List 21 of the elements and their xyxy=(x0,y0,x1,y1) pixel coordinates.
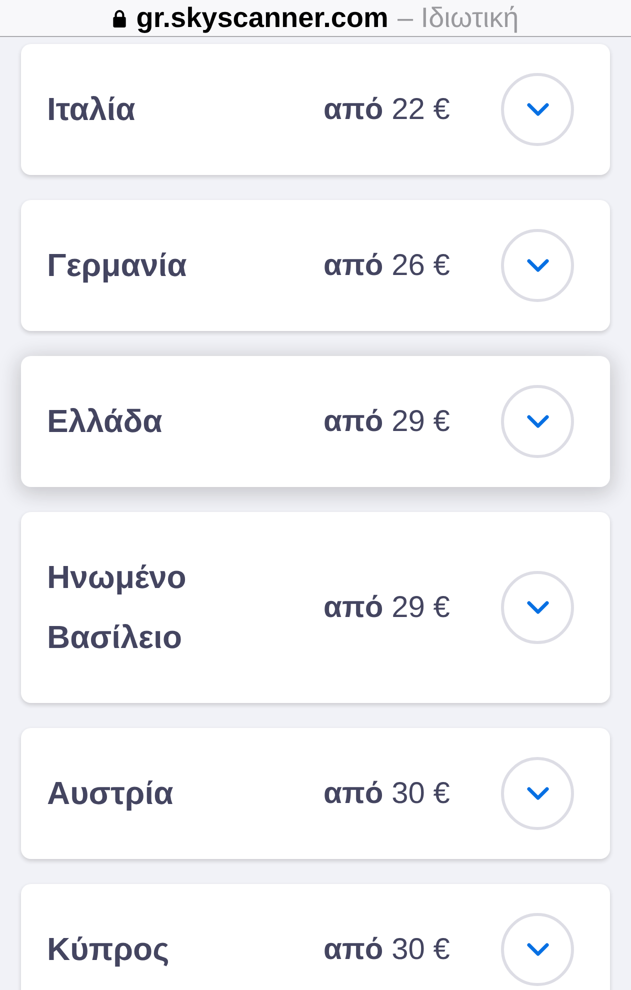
country-name: Ηνωμένο Βασίλειο xyxy=(47,558,188,657)
country-name: Κύπρος xyxy=(47,930,170,969)
country-name: Γερμανία xyxy=(47,246,188,285)
price-from: από 29 € xyxy=(322,590,450,626)
url-text: gr.skyscanner.com xyxy=(136,1,388,35)
price-from: από 29 € xyxy=(322,404,450,440)
destination-card[interactable]: Κύπρος από 30 € xyxy=(21,884,610,990)
price-from: από 30 € xyxy=(322,932,450,968)
country-name: Ελλάδα xyxy=(47,402,164,441)
address-bar[interactable]: gr.skyscanner.com – Ιδιωτική xyxy=(0,0,631,37)
price-from: από 22 € xyxy=(322,92,450,128)
country-name: Ιταλία xyxy=(47,90,136,129)
destination-card[interactable]: Ελλάδα από 29 € xyxy=(21,356,610,487)
destination-card[interactable]: Γερμανία από 26 € xyxy=(21,200,610,331)
private-mode-label: – Ιδιωτική xyxy=(397,1,519,35)
price-from: από 26 € xyxy=(322,248,450,284)
destination-card[interactable]: Ηνωμένο Βασίλειο από 29 € xyxy=(21,512,610,703)
destination-card[interactable]: Αυστρία από 30 € xyxy=(21,728,610,859)
price-from: από 30 € xyxy=(322,776,450,812)
country-name: Αυστρία xyxy=(47,774,174,813)
destination-card[interactable]: Ιταλία από 22 € xyxy=(21,44,610,175)
